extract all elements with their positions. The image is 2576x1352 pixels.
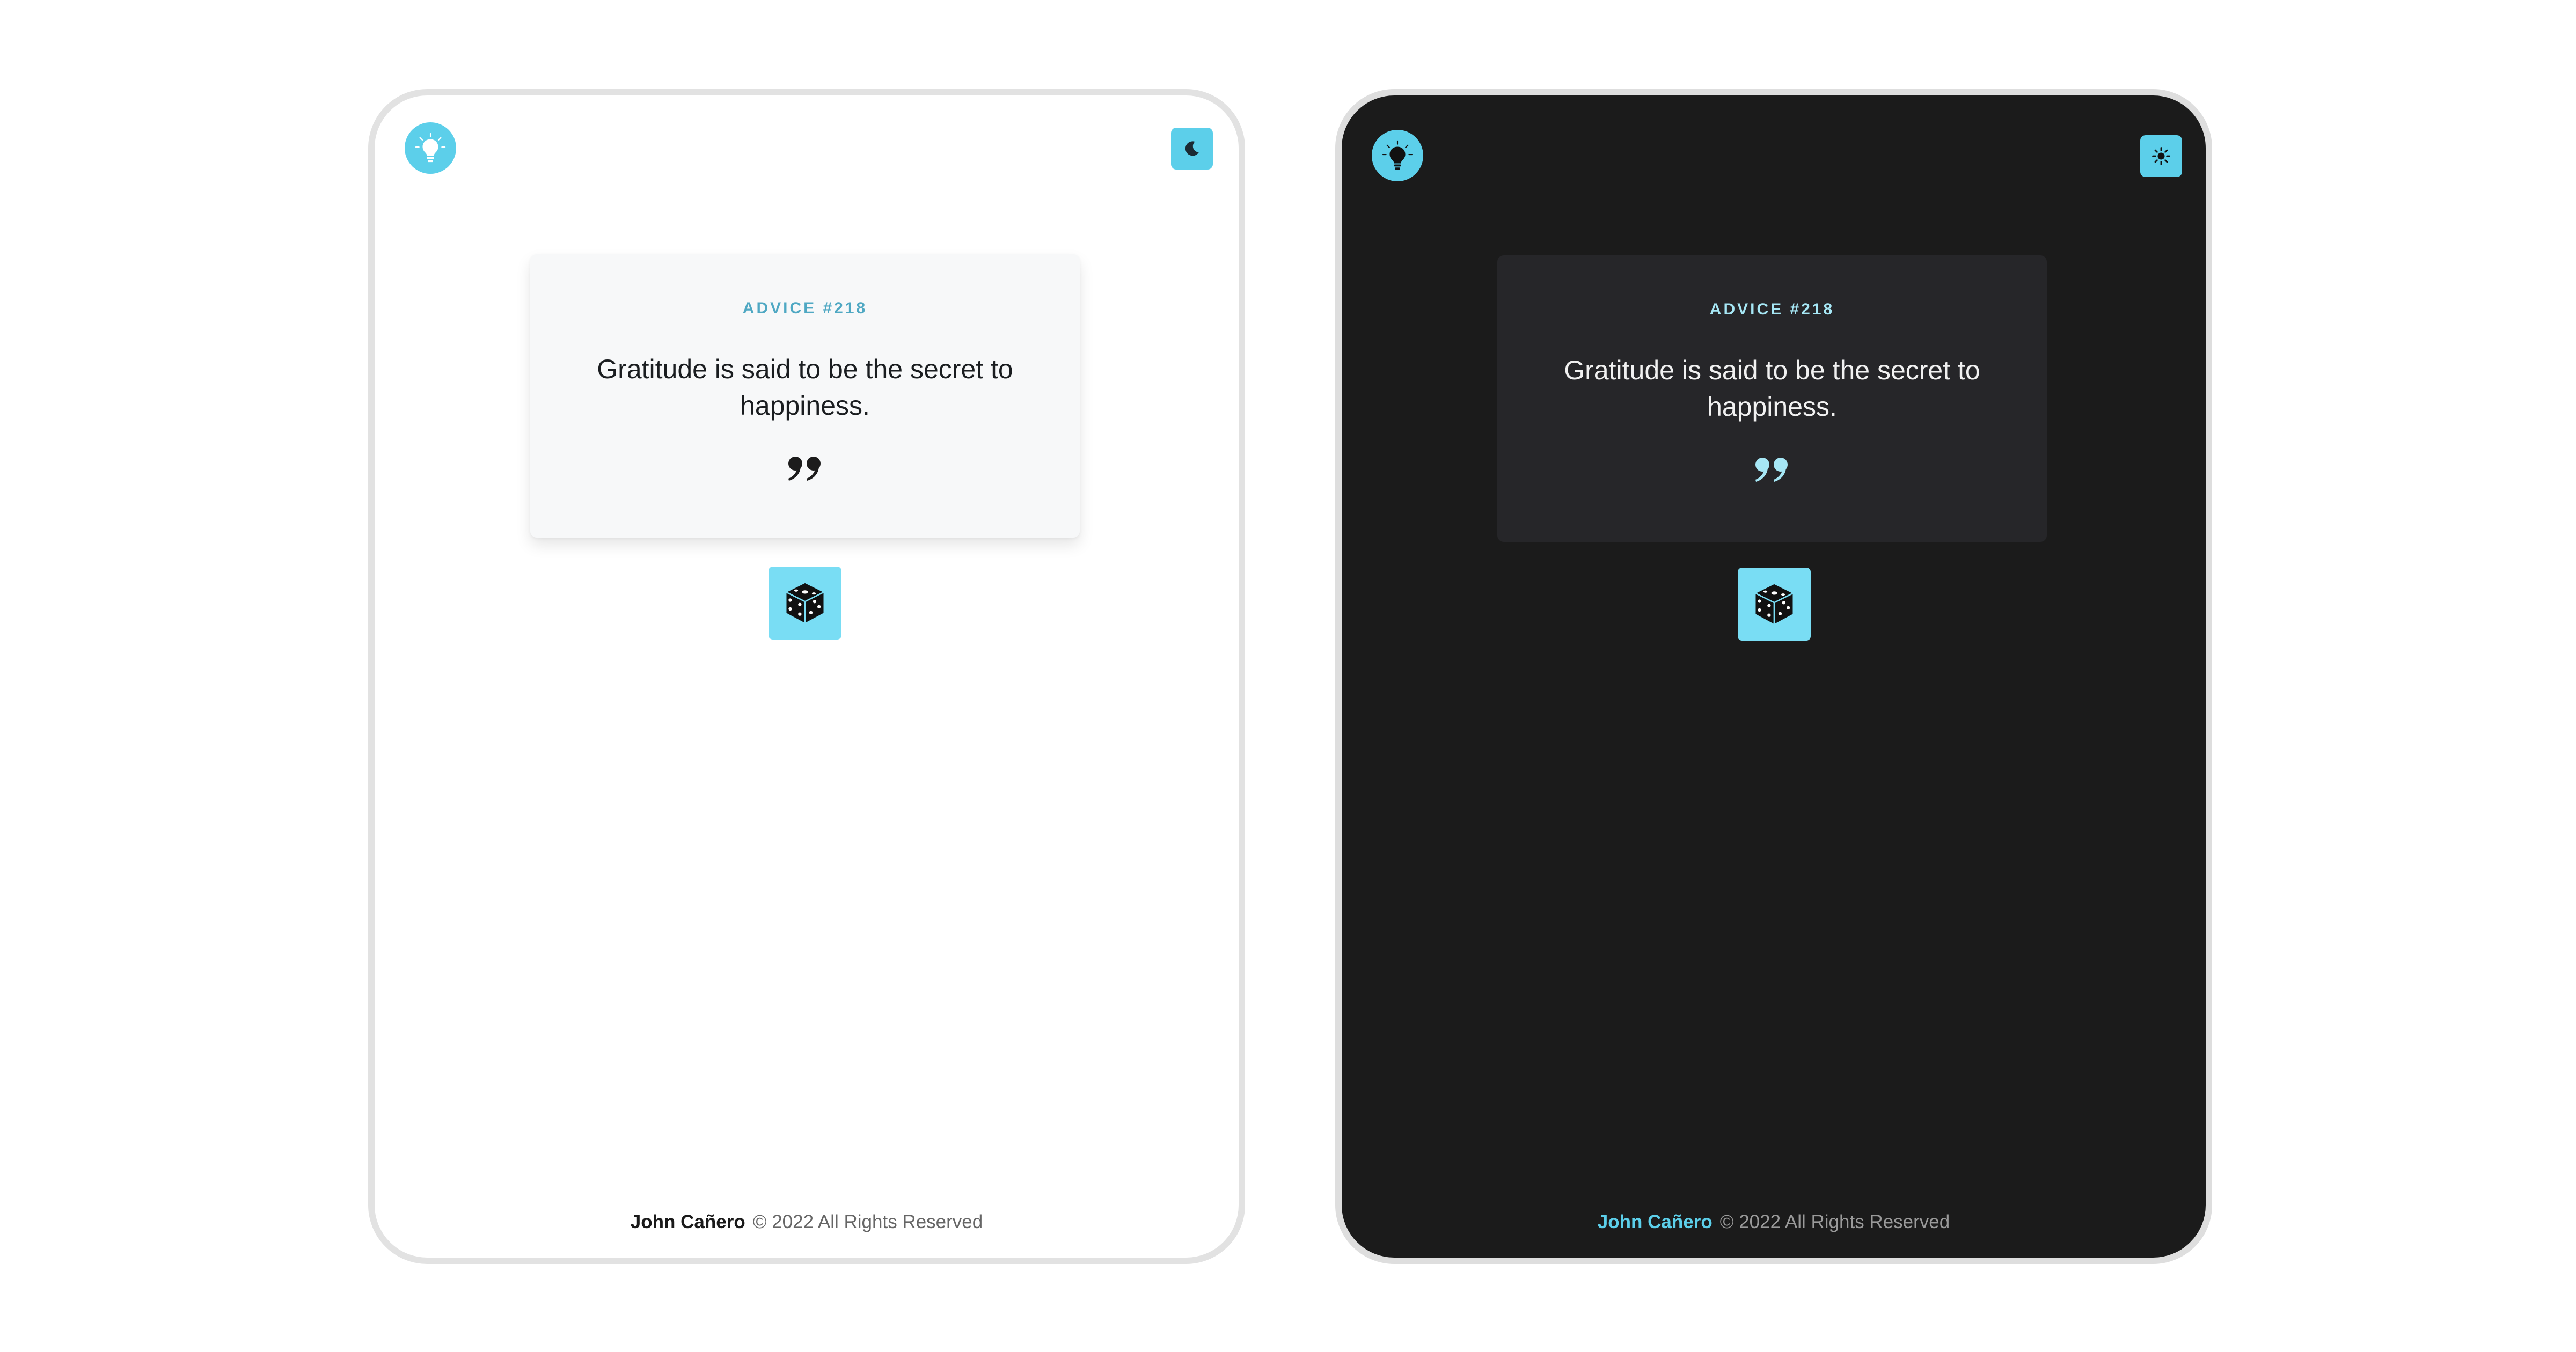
author-link[interactable]: John Cañero	[1598, 1211, 1713, 1232]
advice-text: Gratitude is said to be the secret to ha…	[597, 354, 1013, 421]
theme-toggle-button[interactable]	[2140, 135, 2182, 177]
author-link[interactable]: John Cañero	[631, 1211, 745, 1232]
lightbulb-icon	[405, 122, 456, 174]
advice-number: ADVICE #218	[742, 299, 868, 317]
advice-card: ADVICE #218 Gratitude is said to be the …	[530, 254, 1080, 538]
footer: John Cañero © 2022 All Rights Reserved	[375, 1211, 1239, 1233]
dice-icon	[1754, 583, 1794, 626]
quote-icon	[1497, 454, 2047, 484]
light-theme-screen: ADVICE #218 Gratitude is said to be the …	[368, 89, 1245, 1264]
theme-toggle-button[interactable]	[1171, 128, 1213, 170]
footer: John Cañero © 2022 All Rights Reserved	[1342, 1211, 2206, 1233]
advice-card: ADVICE #218 Gratitude is said to be the …	[1497, 255, 2047, 542]
generate-advice-button[interactable]	[1738, 568, 1811, 641]
lightbulb-icon	[1372, 130, 1423, 181]
sun-icon	[2152, 147, 2170, 165]
advice-number: ADVICE #218	[1709, 300, 1835, 318]
advice-text: Gratitude is said to be the secret to ha…	[1564, 355, 1980, 422]
generate-advice-button[interactable]	[769, 567, 841, 640]
dice-icon	[785, 582, 825, 624]
dark-theme-screen: ADVICE #218 Gratitude is said to be the …	[1335, 89, 2212, 1264]
copyright-text: © 2022 All Rights Reserved	[752, 1211, 983, 1232]
copyright-text: © 2022 All Rights Reserved	[1719, 1211, 1950, 1232]
moon-icon	[1185, 141, 1199, 156]
quote-icon	[530, 453, 1080, 483]
